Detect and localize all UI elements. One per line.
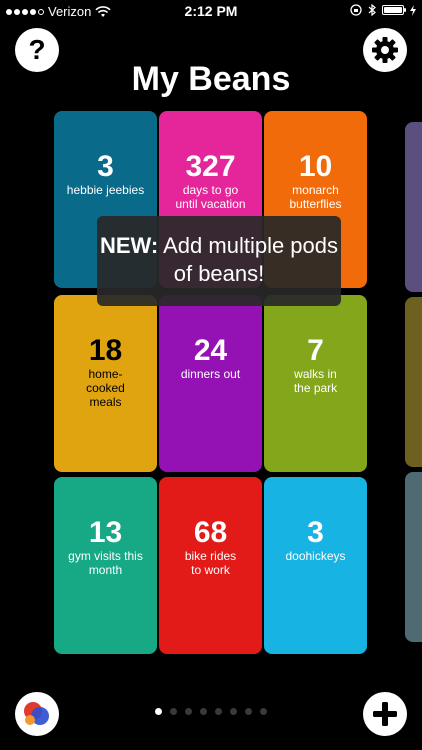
bean-label: home-cooked meals (86, 367, 125, 409)
page-dot[interactable] (155, 708, 162, 715)
next-page-tile[interactable] (405, 297, 422, 467)
next-page-tile[interactable] (405, 122, 422, 292)
bean-count: 10 (298, 150, 333, 183)
plus-icon (373, 702, 397, 726)
bean-count: 18 (88, 334, 123, 367)
page-dot[interactable] (245, 708, 252, 715)
bean-tile[interactable]: 7 walks in the park (264, 295, 367, 472)
bean-count: 7 (307, 334, 324, 367)
bean-count: 68 (193, 516, 228, 549)
bean-tile[interactable]: 18 home-cooked meals (54, 295, 157, 472)
page-dot[interactable] (260, 708, 267, 715)
bluetooth-icon (368, 4, 376, 16)
page-dot[interactable] (215, 708, 222, 715)
bean-tile[interactable]: 13 gym visits this month (54, 477, 157, 654)
page-title: My Beans (131, 60, 291, 98)
status-bar: Verizon 2:12 PM (0, 0, 422, 24)
add-bean-button[interactable] (363, 692, 407, 736)
bean-label: bike rides to work (184, 549, 237, 577)
page-dot[interactable] (170, 708, 177, 715)
bean-label: dinners out (180, 367, 241, 381)
page-indicator[interactable] (0, 708, 422, 715)
page-dot[interactable] (185, 708, 192, 715)
bean-label: days to go until vacation (175, 183, 246, 211)
bean-count: 3 (307, 516, 324, 549)
bean-count: 24 (193, 334, 228, 367)
status-right (350, 4, 416, 16)
bean-label: monarch butterflies (289, 183, 342, 211)
page-dot[interactable] (230, 708, 237, 715)
bean-tile[interactable]: 24 dinners out (159, 295, 262, 472)
bean-tile[interactable]: 3 doohickeys (264, 477, 367, 654)
bean-label: hebbie jeebies (66, 183, 145, 197)
battery-icon (382, 5, 406, 15)
banner-highlight: NEW: (99, 233, 159, 258)
bean-label: walks in the park (293, 367, 338, 395)
bean-label: doohickeys (285, 549, 346, 563)
bean-count: 3 (97, 150, 114, 183)
bean-count: 13 (88, 516, 123, 549)
new-feature-banner[interactable]: NEW: Add multiple pods of beans! (97, 216, 341, 306)
charging-icon (410, 4, 416, 16)
banner-text: Add multiple pods of beans! (158, 233, 339, 286)
bean-label: gym visits this month (68, 549, 143, 577)
next-page-tile[interactable] (405, 472, 422, 642)
page-dot[interactable] (200, 708, 207, 715)
rotation-lock-icon (350, 4, 362, 16)
bean-tile[interactable]: 68 bike rides to work (159, 477, 262, 654)
bean-count: 327 (185, 150, 236, 183)
